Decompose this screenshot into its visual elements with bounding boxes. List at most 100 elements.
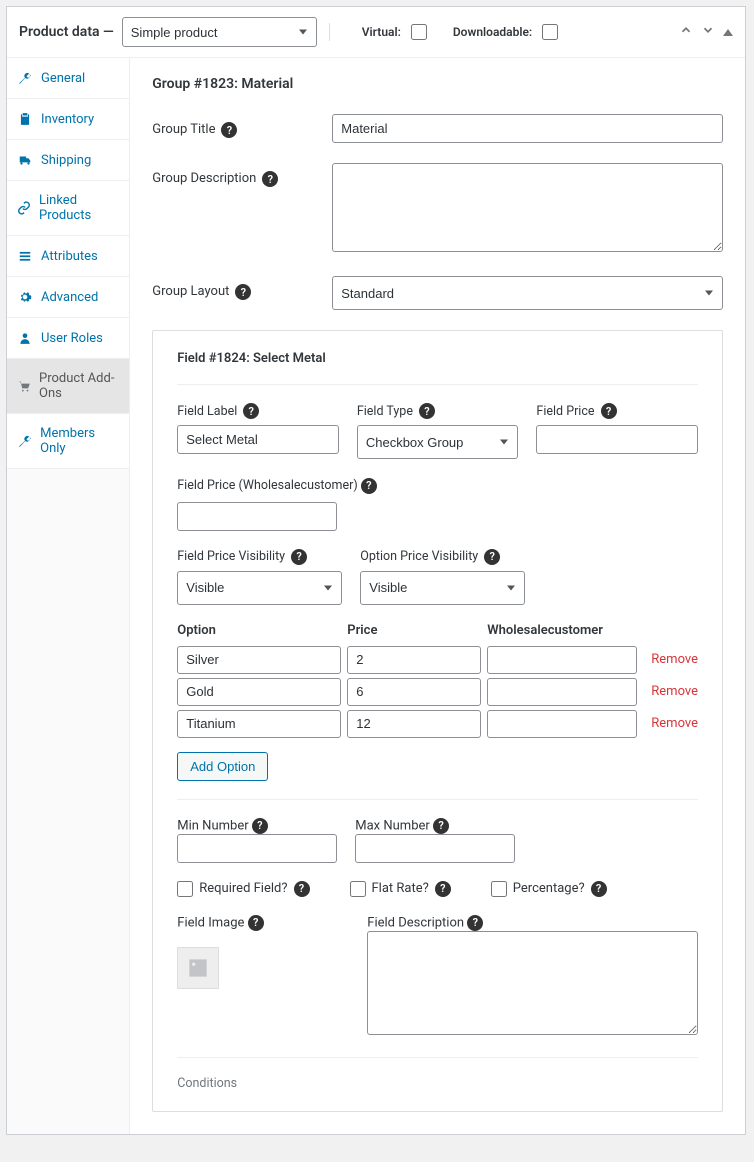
tab-user-roles[interactable]: User Roles	[7, 318, 129, 359]
field-heading: Field #1824: Select Metal	[177, 351, 698, 385]
clipboard-icon	[17, 111, 33, 127]
help-icon[interactable]: ?	[235, 284, 251, 300]
tab-general[interactable]: General	[7, 58, 129, 99]
tab-linked-products[interactable]: Linked Products	[7, 181, 129, 236]
panel-title: Product data —	[19, 24, 114, 40]
move-up-icon[interactable]	[679, 23, 693, 41]
image-placeholder-icon[interactable]	[177, 947, 219, 989]
max-number-input[interactable]	[355, 834, 515, 863]
field-label-label: Field Label	[177, 404, 237, 419]
help-icon[interactable]: ?	[294, 881, 310, 897]
help-icon[interactable]: ?	[601, 403, 617, 419]
group-description-textarea[interactable]	[332, 163, 723, 252]
option-price-visibility-label: Option Price Visibility	[360, 549, 478, 564]
add-option-button[interactable]: Add Option	[177, 752, 268, 781]
option-name-input[interactable]	[177, 678, 341, 706]
help-icon[interactable]: ?	[433, 818, 449, 834]
field-price-wholesale-label: Field Price (Wholesalecustomer)	[177, 478, 357, 493]
max-number-label: Max Number	[355, 818, 430, 833]
field-image-label: Field Image	[177, 915, 244, 930]
percentage-checkbox[interactable]	[491, 881, 507, 897]
group-description-label: Group Description	[152, 171, 256, 186]
price-column-header: Price	[347, 623, 487, 638]
tab-label: Product Add-Ons	[39, 371, 119, 401]
wholesale-column-header: Wholesalecustomer	[487, 623, 698, 638]
help-icon[interactable]: ?	[221, 122, 237, 138]
option-wholesale-input[interactable]	[487, 678, 637, 706]
group-title-input[interactable]	[332, 114, 723, 143]
flat-rate-checkbox[interactable]	[350, 881, 366, 897]
field-price-visibility-label: Field Price Visibility	[177, 549, 285, 564]
help-icon[interactable]: ?	[248, 915, 264, 931]
field-price-visibility-select[interactable]: Visible	[177, 571, 342, 605]
option-wholesale-input[interactable]	[487, 710, 637, 738]
group-heading: Group #1823: Material	[152, 76, 723, 92]
gear-icon	[17, 289, 33, 305]
help-icon[interactable]: ?	[419, 403, 435, 419]
required-field-label: Required Field?	[199, 881, 287, 896]
options-table-header: Option Price Wholesalecustomer	[177, 623, 698, 638]
field-label-input[interactable]	[177, 425, 339, 454]
percentage-label: Percentage?	[513, 881, 585, 896]
wrench-icon	[17, 433, 32, 449]
downloadable-checkbox[interactable]	[542, 24, 558, 40]
tab-label: Inventory	[41, 112, 94, 127]
collapse-icon[interactable]	[723, 29, 733, 36]
help-icon[interactable]: ?	[243, 403, 259, 419]
help-icon[interactable]: ?	[252, 818, 268, 834]
field-type-select[interactable]: Checkbox Group	[357, 425, 519, 459]
remove-option-link[interactable]: Remove	[651, 652, 698, 667]
downloadable-label: Downloadable:	[453, 25, 532, 39]
option-name-input[interactable]	[177, 710, 341, 738]
option-row: Remove	[177, 710, 698, 738]
help-icon[interactable]: ?	[591, 881, 607, 897]
list-icon	[17, 248, 33, 264]
min-number-label: Min Number	[177, 818, 248, 833]
option-price-input[interactable]	[347, 678, 481, 706]
tab-attributes[interactable]: Attributes	[7, 236, 129, 277]
tab-shipping[interactable]: Shipping	[7, 140, 129, 181]
remove-option-link[interactable]: Remove	[651, 684, 698, 699]
tab-label: Linked Products	[39, 193, 119, 223]
conditions-label: Conditions	[177, 1076, 698, 1091]
tab-advanced[interactable]: Advanced	[7, 277, 129, 318]
field-description-label: Field Description	[367, 915, 464, 930]
min-number-input[interactable]	[177, 834, 337, 863]
help-icon[interactable]: ?	[262, 171, 278, 187]
option-price-visibility-select[interactable]: Visible	[360, 571, 525, 605]
help-icon[interactable]: ?	[435, 881, 451, 897]
tab-members-only[interactable]: Members Only	[7, 414, 129, 469]
link-icon	[17, 200, 31, 216]
field-price-input[interactable]	[536, 425, 698, 454]
field-price-wholesale-input[interactable]	[177, 502, 337, 531]
move-down-icon[interactable]	[701, 23, 715, 41]
field-box: Field #1824: Select Metal Field Label ? …	[152, 330, 723, 1112]
remove-option-link[interactable]: Remove	[651, 716, 698, 731]
tab-inventory[interactable]: Inventory	[7, 99, 129, 140]
help-icon[interactable]: ?	[467, 915, 483, 931]
option-name-input[interactable]	[177, 646, 341, 674]
tab-label: User Roles	[41, 331, 103, 346]
virtual-checkbox[interactable]	[411, 24, 427, 40]
tab-label: Shipping	[41, 153, 91, 168]
help-icon[interactable]: ?	[361, 478, 377, 494]
option-price-input[interactable]	[347, 646, 481, 674]
field-description-textarea[interactable]	[367, 931, 698, 1035]
virtual-label: Virtual:	[362, 25, 401, 39]
group-layout-select[interactable]: Standard	[332, 276, 723, 310]
content-area: Group #1823: Material Group Title ? Grou…	[130, 58, 745, 1134]
tab-label: Members Only	[40, 426, 119, 456]
group-title-label: Group Title	[152, 122, 215, 137]
option-price-input[interactable]	[347, 710, 481, 738]
required-field-checkbox[interactable]	[177, 881, 193, 897]
panel-header: Product data — Simple product Virtual: D…	[7, 7, 745, 58]
tab-product-addons[interactable]: Product Add-Ons	[7, 359, 129, 414]
sidebar-tabs: General Inventory Shipping Linked Produc…	[7, 58, 130, 1134]
help-icon[interactable]: ?	[484, 549, 500, 565]
flat-rate-label: Flat Rate?	[372, 881, 429, 896]
wrench-icon	[17, 70, 33, 86]
help-icon[interactable]: ?	[291, 549, 307, 565]
option-wholesale-input[interactable]	[487, 646, 637, 674]
product-type-select[interactable]: Simple product	[122, 17, 317, 47]
truck-icon	[17, 152, 33, 168]
